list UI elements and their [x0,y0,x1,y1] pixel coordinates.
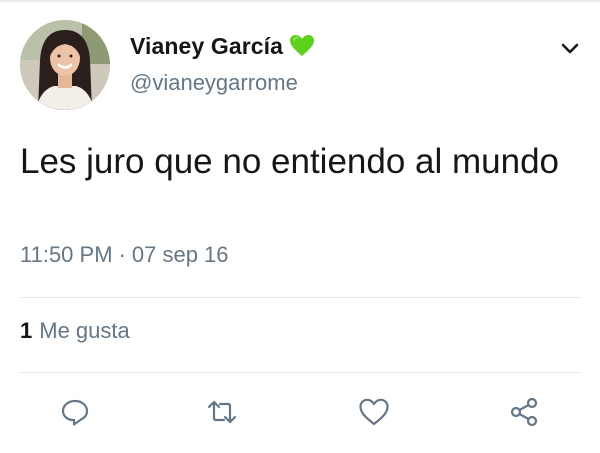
retweet-button[interactable] [205,395,239,429]
heart-icon [359,398,389,426]
top-border [0,0,600,2]
retweet-icon [207,400,237,424]
likes-summary[interactable]: 1 Me gusta [20,318,130,344]
tweet-timestamp[interactable]: 11:50 PM · 07 sep 16 [20,242,229,268]
reply-icon [61,399,89,426]
tweet-date: 07 sep 16 [131,242,229,267]
reply-button[interactable] [58,395,92,429]
likes-count: 1 [20,318,33,343]
tweet-time: 11:50 PM [20,242,113,267]
chevron-down-icon[interactable] [556,34,584,62]
likes-label: Me gusta [39,318,130,343]
share-button[interactable] [507,395,541,429]
divider-bottom [20,372,580,373]
display-name[interactable]: Vianey García [130,33,283,60]
divider-top [20,297,580,298]
tweet-text: Les juro que no entiendo al mundo [20,142,560,181]
like-button[interactable] [357,395,391,429]
author-name-row[interactable]: Vianey García [130,30,315,62]
share-icon [510,397,538,427]
avatar[interactable] [20,20,110,110]
green-heart-icon [289,34,315,58]
timestamp-separator: · [118,242,126,267]
handle[interactable]: @vianeygarrome [130,70,298,96]
